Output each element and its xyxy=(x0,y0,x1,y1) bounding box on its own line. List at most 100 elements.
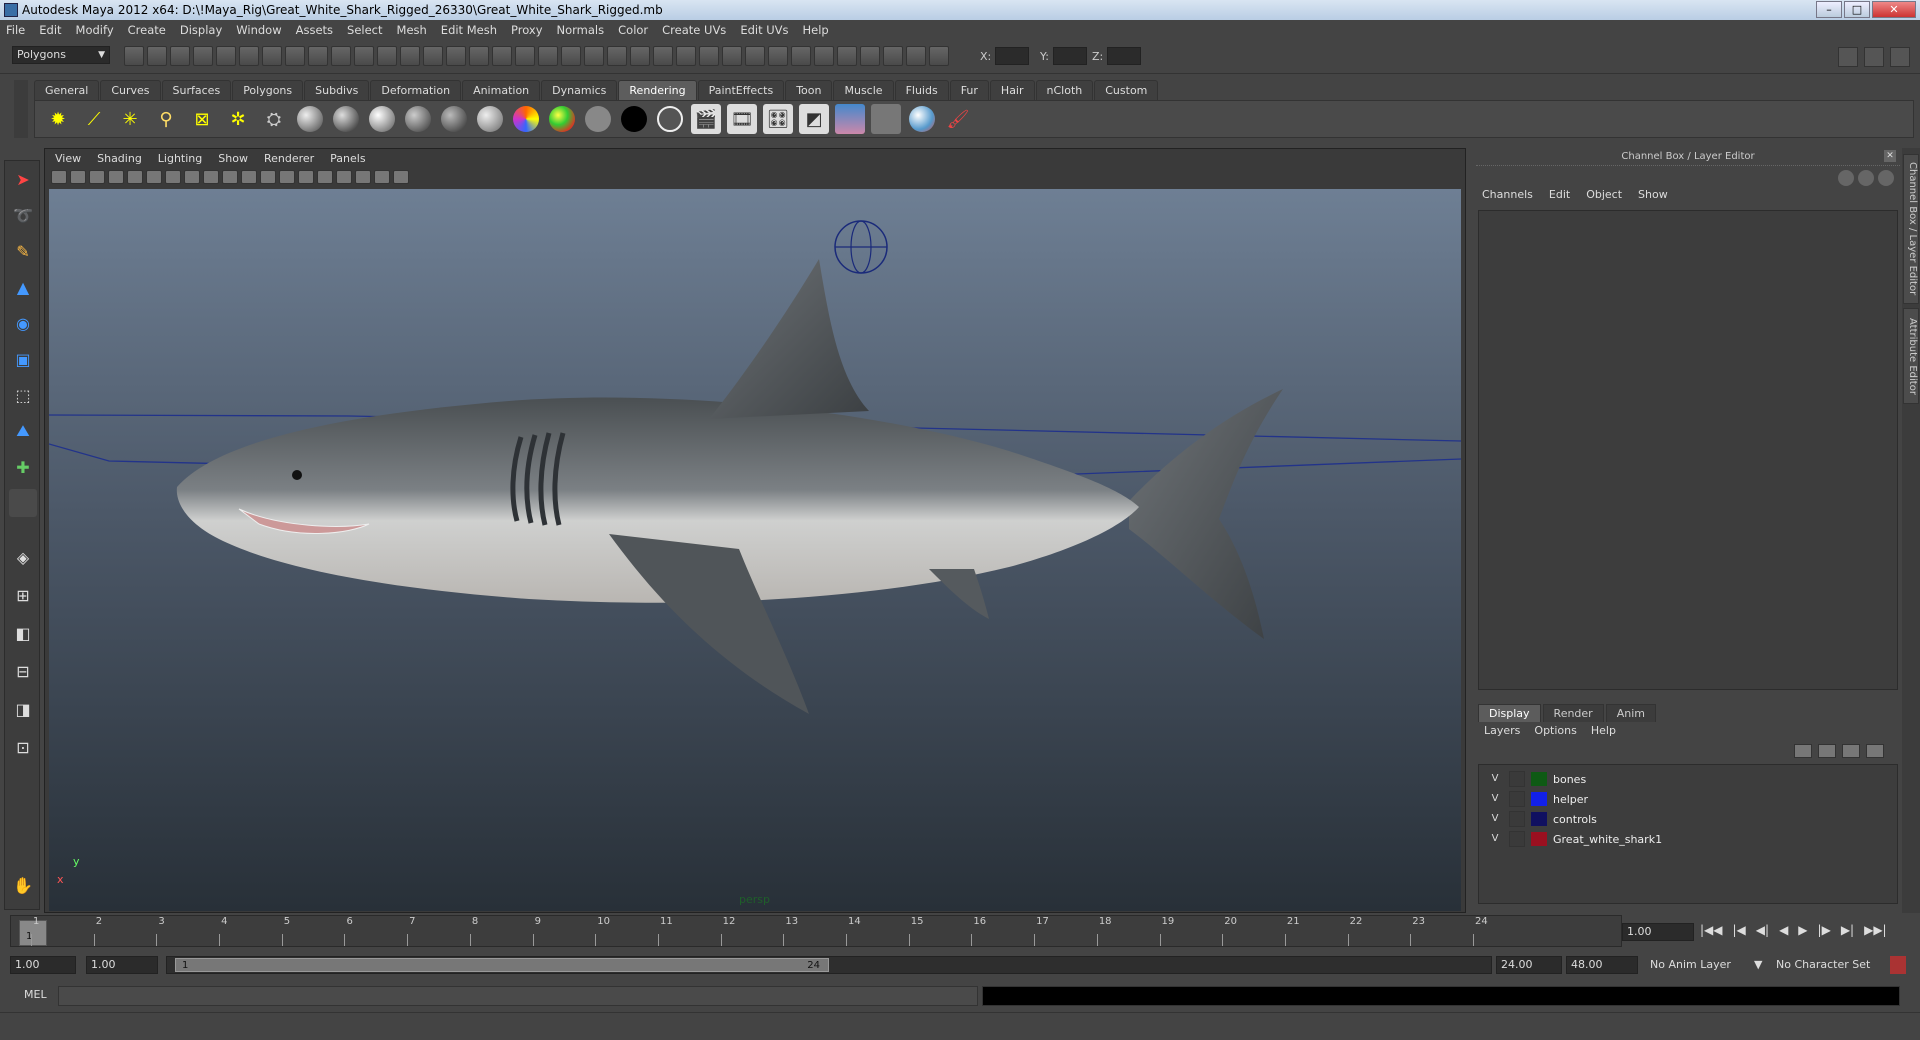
layer-tab-display[interactable]: Display xyxy=(1478,704,1541,722)
single-perspective-layout-icon[interactable]: ◈ xyxy=(9,543,37,571)
spot-light-icon[interactable]: ⚲ xyxy=(151,104,181,134)
ipr-render-icon[interactable]: 🎞 xyxy=(727,104,757,134)
channel-list[interactable] xyxy=(1478,210,1898,690)
layer-row[interactable]: Vcontrols xyxy=(1479,809,1897,829)
layer-color-swatch[interactable] xyxy=(1531,772,1547,786)
lambert-icon[interactable] xyxy=(331,104,361,134)
layer-display-type-toggle[interactable] xyxy=(1509,791,1525,807)
layer-visibility-toggle[interactable]: V xyxy=(1487,791,1503,807)
toggle-attribute-editor-icon[interactable] xyxy=(1838,47,1858,67)
status-tool-icon[interactable] xyxy=(331,46,351,66)
status-tool-icon[interactable] xyxy=(768,46,788,66)
layer-menu-help[interactable]: Help xyxy=(1591,724,1616,737)
shelf-tab-fluids[interactable]: Fluids xyxy=(894,80,949,100)
close-icon[interactable]: ✕ xyxy=(1884,150,1896,162)
shelf-tab-painteffects[interactable]: PaintEffects xyxy=(697,80,785,100)
status-tool-icon[interactable] xyxy=(699,46,719,66)
shadows-icon[interactable] xyxy=(336,170,352,184)
menu-create[interactable]: Create xyxy=(128,23,166,37)
layered-shader-icon[interactable] xyxy=(655,104,685,134)
gate-mask-icon[interactable] xyxy=(184,170,200,184)
menu-normals[interactable]: Normals xyxy=(557,23,605,37)
render-layers-icon[interactable] xyxy=(835,104,865,134)
shelf-tab-animation[interactable]: Animation xyxy=(462,80,541,100)
layer-visibility-toggle[interactable]: V xyxy=(1487,831,1503,847)
current-time-field[interactable]: 1.00 xyxy=(1622,923,1694,941)
select-camera-icon[interactable] xyxy=(51,170,67,184)
manipulator-tool-icon[interactable]: ⬚ xyxy=(9,381,37,409)
speed-icon[interactable] xyxy=(1858,170,1874,186)
shelf-tab-general[interactable]: General xyxy=(34,80,100,100)
menu-mesh[interactable]: Mesh xyxy=(397,23,427,37)
toggle-channel-box-icon[interactable] xyxy=(1890,47,1910,67)
status-tool-icon[interactable] xyxy=(630,46,650,66)
layer-tab-anim[interactable]: Anim xyxy=(1605,704,1656,722)
status-tool-icon[interactable] xyxy=(216,46,236,66)
shelf-tab-fur[interactable]: Fur xyxy=(949,80,989,100)
image-plane-icon[interactable] xyxy=(108,170,124,184)
status-tool-icon[interactable] xyxy=(239,46,259,66)
menu-display[interactable]: Display xyxy=(180,23,222,37)
layer-color-swatch[interactable] xyxy=(1531,812,1547,826)
play-forwards-icon[interactable]: ▶ xyxy=(1798,923,1807,937)
new-empty-layer-icon[interactable] xyxy=(1842,744,1860,758)
status-tool-icon[interactable] xyxy=(538,46,558,66)
shelf-tab-subdivs[interactable]: Subdivs xyxy=(304,80,370,100)
status-tool-icon[interactable] xyxy=(377,46,397,66)
volume-light-icon[interactable]: ✲ xyxy=(223,104,253,134)
menu-proxy[interactable]: Proxy xyxy=(511,23,543,37)
scale-tool-icon[interactable]: ▣ xyxy=(9,345,37,373)
close-button[interactable]: ✕ xyxy=(1872,1,1916,18)
menu-create-uvs[interactable]: Create UVs xyxy=(662,23,726,37)
menu-color[interactable]: Color xyxy=(618,23,648,37)
status-tool-icon[interactable] xyxy=(814,46,834,66)
directional-light-icon[interactable]: ⟋ xyxy=(79,104,109,134)
layer-color-swatch[interactable] xyxy=(1531,792,1547,806)
status-tool-icon[interactable] xyxy=(469,46,489,66)
layer-color-swatch[interactable] xyxy=(1531,832,1547,846)
status-tool-icon[interactable] xyxy=(607,46,627,66)
mental-ray-icon[interactable] xyxy=(907,104,937,134)
lasso-tool-icon[interactable]: ➰ xyxy=(9,201,37,229)
menu-modify[interactable]: Modify xyxy=(76,23,114,37)
render-current-frame-icon[interactable]: 🎬 xyxy=(691,104,721,134)
step-forward-key-icon[interactable]: ▶| xyxy=(1841,923,1854,937)
paint-brush-icon[interactable]: 🖌 xyxy=(943,104,973,134)
shelf-tab-surfaces[interactable]: Surfaces xyxy=(161,80,232,100)
time-slider[interactable]: 1 1 2 3 4 5 6 7 8 9 10 11 12 13 14 15 16 17 18 19 20 21 22 23 2… xyxy=(10,915,1622,947)
status-tool-icon[interactable] xyxy=(285,46,305,66)
shelf-tab-ncloth[interactable]: nCloth xyxy=(1035,80,1094,100)
range-slider-handle[interactable]: 1 24 xyxy=(175,958,829,972)
surface-shader-icon[interactable] xyxy=(583,104,613,134)
camera-icon[interactable]: ⛭ xyxy=(259,104,289,134)
menu-file[interactable]: File xyxy=(6,23,25,37)
side-tab-channel-box[interactable]: Channel Box / Layer Editor xyxy=(1903,154,1919,304)
point-light-icon[interactable]: ✳ xyxy=(115,104,145,134)
toggle-tool-settings-icon[interactable] xyxy=(1864,47,1884,67)
channel-menu-object[interactable]: Object xyxy=(1586,188,1622,201)
status-tool-icon[interactable] xyxy=(124,46,144,66)
isolate-select-icon[interactable] xyxy=(374,170,390,184)
field-chart-icon[interactable] xyxy=(203,170,219,184)
phong-e-icon[interactable] xyxy=(439,104,469,134)
status-tool-icon[interactable] xyxy=(929,46,949,66)
four-view-layout-icon[interactable]: ⊞ xyxy=(9,581,37,609)
channel-menu-edit[interactable]: Edit xyxy=(1549,188,1570,201)
wireframe-icon[interactable] xyxy=(241,170,257,184)
channel-menu-channels[interactable]: Channels xyxy=(1482,188,1533,201)
menu-assets[interactable]: Assets xyxy=(296,23,333,37)
animation-end-field[interactable]: 48.00 xyxy=(1566,956,1638,974)
layer-visibility-toggle[interactable]: V xyxy=(1487,811,1503,827)
viewport-menu-renderer[interactable]: Renderer xyxy=(264,152,314,165)
menu-help[interactable]: Help xyxy=(803,23,829,37)
playback-start-field[interactable]: 1.00 xyxy=(86,956,158,974)
status-tool-icon[interactable] xyxy=(400,46,420,66)
side-tab-attribute-editor[interactable]: Attribute Editor xyxy=(1903,308,1919,404)
status-tool-icon[interactable] xyxy=(722,46,742,66)
menu-select[interactable]: Select xyxy=(347,23,382,37)
animation-start-field[interactable]: 1.00 xyxy=(10,956,76,974)
blinn-icon[interactable] xyxy=(367,104,397,134)
head-control-icon[interactable] xyxy=(834,220,888,274)
batch-render-icon[interactable] xyxy=(871,104,901,134)
z-input[interactable] xyxy=(1107,47,1142,65)
